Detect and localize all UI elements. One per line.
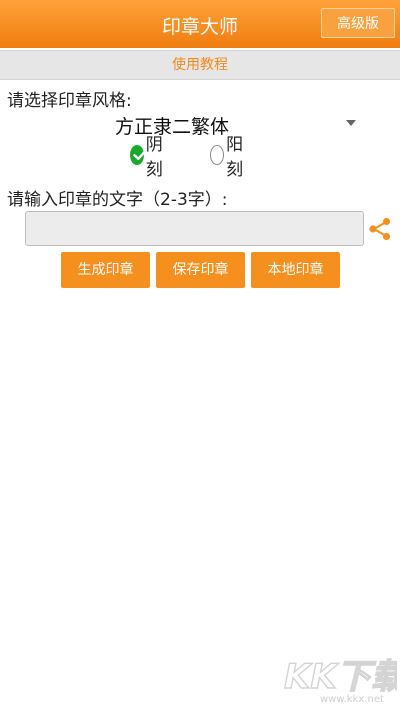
watermark-url: www.kkx.net	[320, 694, 384, 705]
pro-version-button[interactable]: 高级版	[321, 8, 395, 38]
watermark: KK下载 www.kkx.net	[282, 654, 400, 708]
dropdown-arrow-icon	[346, 120, 356, 126]
local-stamp-button[interactable]: 本地印章	[251, 252, 340, 288]
stamp-text-field[interactable]	[25, 211, 364, 246]
watermark-logo-text: KK下载	[284, 657, 397, 697]
radio-yinke-label: 阴刻	[145, 135, 163, 180]
watermark-logo: KK下载	[283, 656, 400, 697]
style-label: 请选择印章风格:	[7, 91, 132, 111]
generate-stamp-button[interactable]: 生成印章	[61, 252, 150, 288]
radio-yangke[interactable]: 阳刻	[210, 135, 249, 180]
radio-yangke-label: 阳刻	[226, 135, 244, 180]
app-header: 印章大师 高级版	[0, 0, 400, 48]
radio-checked-icon	[130, 145, 147, 165]
font-style-value: 方正隶二繁体	[115, 116, 230, 138]
stamp-text-input[interactable]	[26, 212, 363, 245]
text-label: 请输入印章的文字（2-3字）:	[7, 190, 228, 210]
save-stamp-button[interactable]: 保存印章	[156, 252, 245, 288]
share-icon[interactable]	[368, 217, 392, 241]
radio-yinke[interactable]: 阴刻	[130, 135, 169, 180]
radio-unchecked-icon	[210, 145, 225, 165]
tutorial-link[interactable]: 使用教程	[0, 50, 400, 80]
